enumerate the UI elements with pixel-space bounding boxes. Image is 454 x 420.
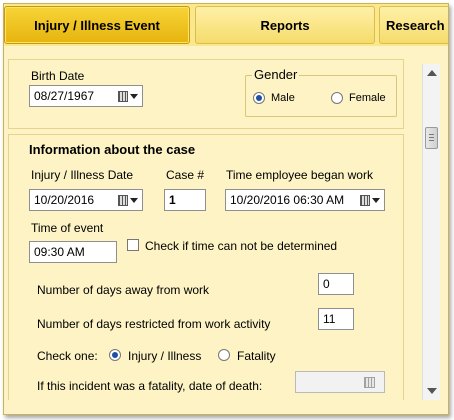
- personal-info-panel: Birth Date 08/27/1967 Gender Male Female: [8, 59, 404, 129]
- tab-research[interactable]: Research: [379, 6, 448, 44]
- scroll-down-arrow-icon[interactable]: [427, 388, 437, 394]
- scrollbar-thumb[interactable]: [425, 127, 438, 149]
- began-work-label: Time employee began work: [226, 168, 373, 182]
- time-of-event-field[interactable]: 09:30 AM: [29, 241, 117, 263]
- fatality-date-label: If this incident was a fatality, date of…: [37, 379, 263, 393]
- time-of-event-label: Time of event: [31, 221, 104, 235]
- gender-male-radio[interactable]: [253, 92, 265, 104]
- began-work-value: 10/20/2016 06:30 AM: [230, 193, 345, 207]
- injury-illness-label: Injury / Illness: [128, 349, 202, 363]
- birth-date-value: 08/27/1967: [34, 89, 95, 103]
- case-number-label: Case #: [166, 168, 205, 182]
- form-content: Birth Date 08/27/1967 Gender Male Female…: [4, 46, 422, 414]
- days-restricted-label: Number of days restricted from work acti…: [37, 317, 271, 331]
- bottom-edge: [4, 400, 448, 414]
- tab-reports[interactable]: Reports: [195, 6, 375, 44]
- fatality-radio[interactable]: [218, 349, 230, 361]
- case-number-field[interactable]: 1: [164, 189, 206, 211]
- scroll-up-arrow-icon[interactable]: [427, 70, 437, 76]
- case-info-panel: Information about the case Injury / Illn…: [8, 134, 404, 414]
- days-away-label: Number of days away from work: [37, 283, 210, 297]
- days-away-field[interactable]: 0: [318, 273, 354, 295]
- time-undetermined-label: Check if time can not be determined: [145, 239, 338, 253]
- vertical-scrollbar[interactable]: [422, 64, 440, 400]
- began-work-field[interactable]: 10/20/2016 06:30 AM: [225, 189, 385, 211]
- days-restricted-value: 11: [323, 312, 336, 326]
- calendar-dropdown-icon[interactable]: [118, 193, 138, 207]
- injury-date-label: Injury / Illness Date: [31, 168, 134, 182]
- birth-date-field[interactable]: 08/27/1967: [29, 85, 143, 107]
- days-restricted-field[interactable]: 11: [318, 308, 354, 330]
- injury-illness-radio[interactable]: [109, 349, 121, 361]
- form-window: Injury / Illness Event Reports Research …: [3, 3, 449, 415]
- calendar-dropdown-icon[interactable]: [360, 193, 380, 207]
- birth-date-label: Birth Date: [31, 69, 85, 83]
- injury-date-field[interactable]: 10/20/2016: [29, 189, 143, 211]
- gender-female-radio[interactable]: [331, 92, 343, 104]
- calendar-dropdown-icon[interactable]: [118, 89, 138, 103]
- calendar-icon: [364, 375, 384, 389]
- injury-date-value: 10/20/2016: [34, 193, 95, 207]
- gender-legend: Gender: [252, 67, 300, 82]
- case-section-title: Information about the case: [29, 142, 196, 157]
- check-one-label: Check one:: [37, 349, 98, 363]
- days-away-value: 0: [323, 277, 330, 291]
- gender-male-label: Male: [271, 92, 295, 104]
- tab-bar: Injury / Illness Event Reports Research: [4, 4, 448, 46]
- case-number-value: 1: [169, 193, 176, 207]
- tab-injury-illness-event[interactable]: Injury / Illness Event: [4, 6, 190, 44]
- gender-female-label: Female: [349, 92, 386, 104]
- fatality-date-field[interactable]: [295, 371, 385, 393]
- time-undetermined-checkbox[interactable]: [127, 239, 139, 251]
- fatality-label: Fatality: [237, 349, 276, 363]
- time-of-event-value: 09:30 AM: [34, 245, 85, 259]
